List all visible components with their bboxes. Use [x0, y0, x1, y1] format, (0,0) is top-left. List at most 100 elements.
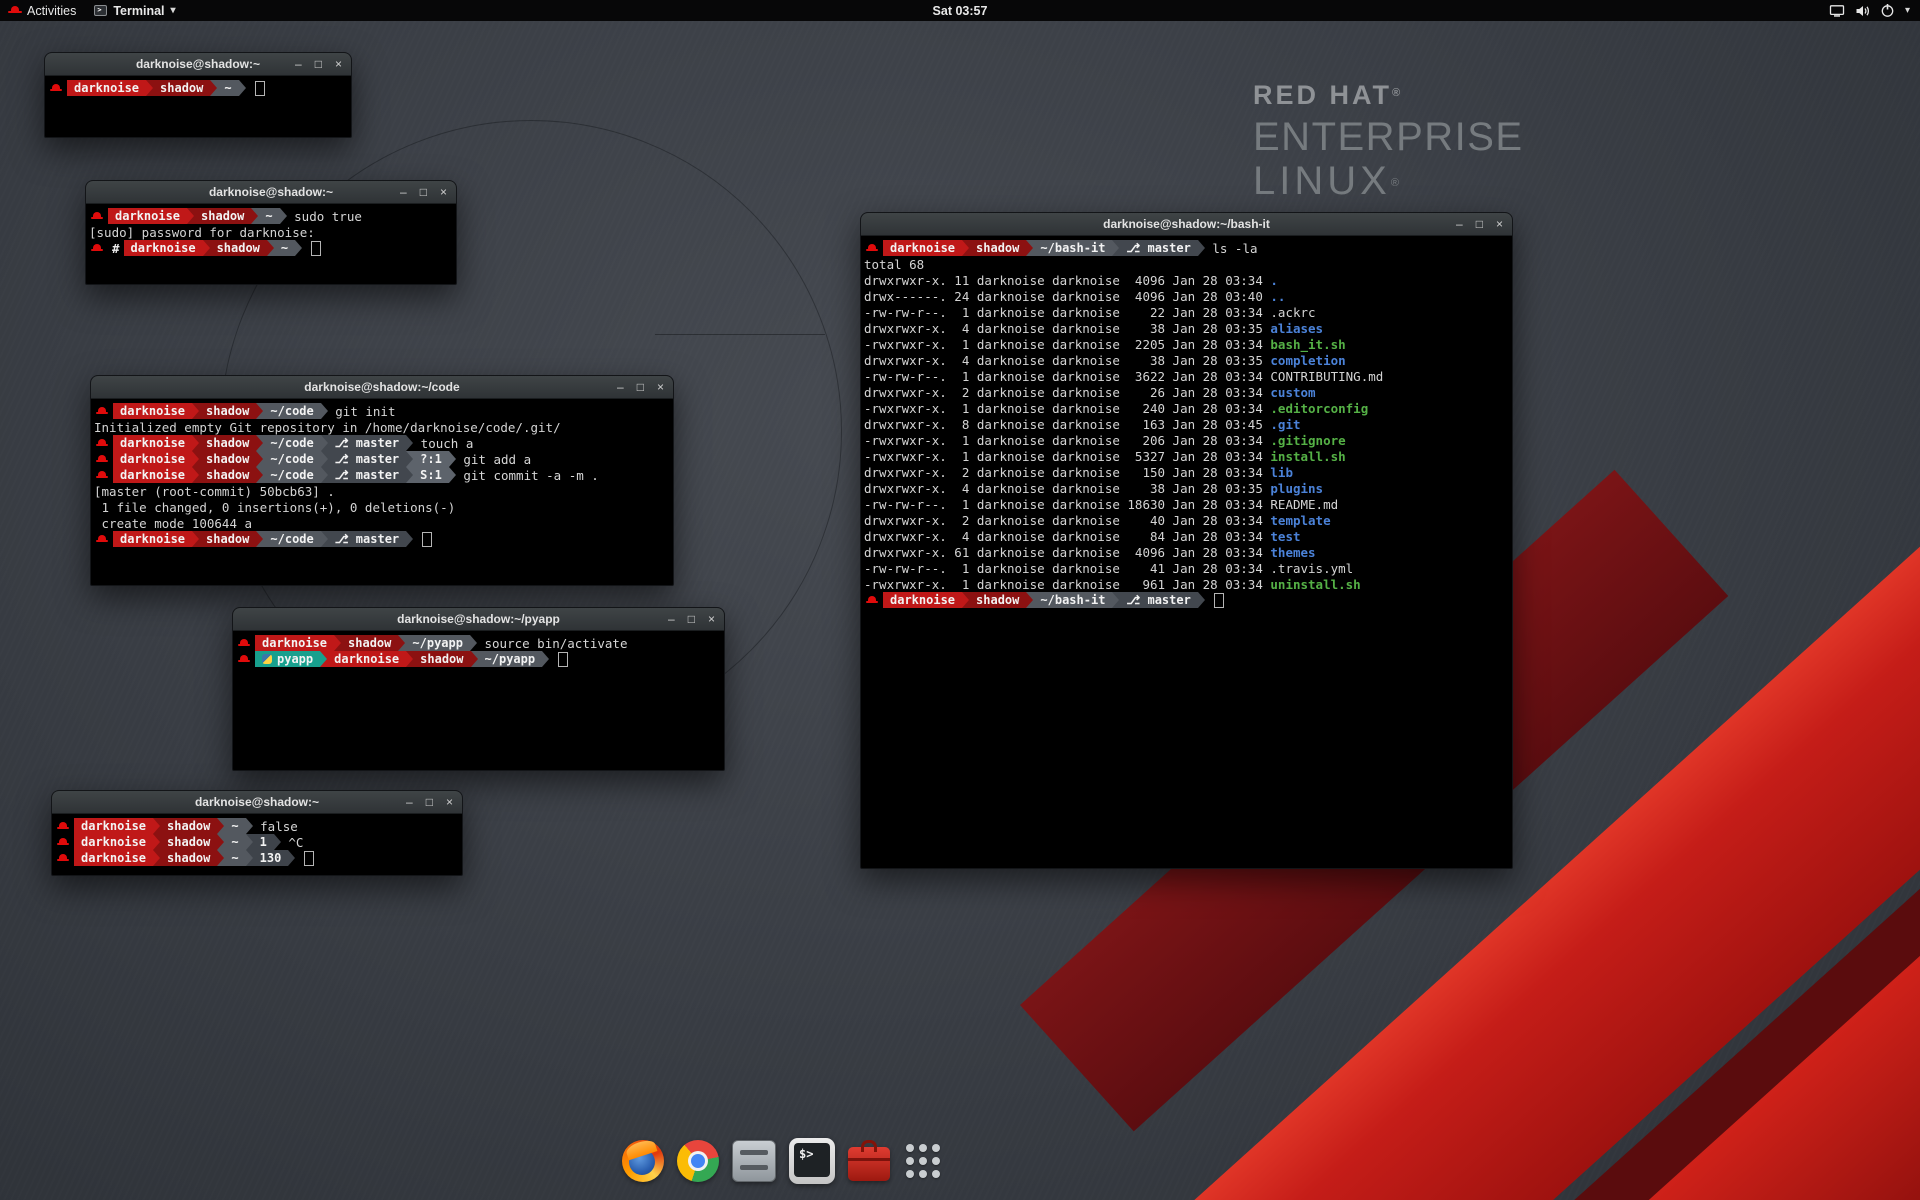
titlebar[interactable]: darknoise@shadow:~ – □ ×: [52, 791, 462, 814]
system-menu[interactable]: ▾: [1829, 3, 1920, 18]
prompt-segment-path: ~: [217, 80, 238, 96]
terminal-line: drwxrwxr-x. 11 darknoise darknoise 4096 …: [864, 272, 1509, 288]
redhat-prompt-icon: [96, 467, 109, 483]
powerline-arrow-icon: [1198, 240, 1205, 256]
display-icon: [1829, 4, 1845, 18]
close-button[interactable]: ×: [335, 58, 342, 70]
terminal-line: drwxrwxr-x. 61 darknoise darknoise 4096 …: [864, 544, 1509, 560]
activities-button[interactable]: Activities: [8, 4, 76, 18]
powerline-arrow-icon: [187, 208, 194, 224]
show-applications-icon[interactable]: [903, 1141, 943, 1181]
prompt-segment-user: darknoise: [108, 208, 187, 224]
terminal-content[interactable]: darknoiseshadow~ sudo true[sudo] passwor…: [86, 204, 456, 284]
powerline-arrow-icon: [217, 834, 224, 850]
prompt-segment-git: ⎇ master: [1119, 240, 1197, 256]
terminal-line: darknoiseshadow~/code git init: [94, 403, 670, 419]
prompt-segment-user: darknoise: [67, 80, 146, 96]
powerline-arrow-icon: [203, 240, 210, 256]
titlebar[interactable]: darknoise@shadow:~/code – □ ×: [91, 376, 673, 399]
maximize-button[interactable]: □: [315, 58, 322, 70]
prompt-segment-git: ⎇ master: [1119, 592, 1197, 608]
redhat-prompt-icon: [91, 240, 104, 256]
redhat-prompt-icon: [96, 531, 109, 547]
terminal-line: [sudo] password for darknoise:: [89, 224, 453, 240]
app-menu-terminal[interactable]: > Terminal ▾: [94, 4, 175, 18]
prompt-segment-exit: 130: [253, 850, 289, 866]
dock: $>: [622, 1138, 943, 1184]
terminal-line: 1 file changed, 0 insertions(+), 0 delet…: [94, 499, 670, 515]
terminal-line: -rw-rw-r--. 1 darknoise darknoise 18630 …: [864, 496, 1509, 512]
prompt-segment-host: shadow: [969, 592, 1026, 608]
terminal-launcher-icon[interactable]: $>: [789, 1138, 835, 1184]
firefox-icon[interactable]: [622, 1140, 664, 1182]
titlebar[interactable]: darknoise@shadow:~/pyapp – □ ×: [233, 608, 724, 631]
powerline-arrow-icon: [334, 635, 341, 651]
minimize-button[interactable]: –: [295, 58, 302, 70]
prompt-segment-user: darknoise: [113, 451, 192, 467]
powerline-arrow-icon: [321, 403, 328, 419]
redhat-prompt-icon: [866, 592, 879, 608]
powerline-arrow-icon: [274, 834, 281, 850]
powerline-arrow-icon: [295, 240, 302, 256]
terminal-window-code: darknoise@shadow:~/code – □ × darknoises…: [90, 375, 674, 586]
prompt-segment-gitst: S:1: [413, 467, 449, 483]
terminal-line: darknoiseshadow~ sudo true: [89, 208, 453, 224]
titlebar[interactable]: darknoise@shadow:~/bash-it – □ ×: [861, 213, 1512, 236]
terminal-content[interactable]: darknoiseshadow~/code git initInitialize…: [91, 399, 673, 585]
software-toolbox-icon[interactable]: [848, 1147, 890, 1181]
powerline-arrow-icon: [267, 240, 274, 256]
prompt-segment-user: darknoise: [113, 403, 192, 419]
close-button[interactable]: ×: [440, 186, 447, 198]
redhat-prompt-icon: [238, 651, 251, 667]
maximize-button[interactable]: □: [420, 186, 427, 198]
terminal-window-bash-it: darknoise@shadow:~/bash-it – □ × darknoi…: [860, 212, 1513, 869]
chrome-icon[interactable]: [677, 1140, 719, 1182]
terminal-content[interactable]: darknoiseshadow~ falsedarknoiseshadow~1 …: [52, 814, 462, 875]
minimize-button[interactable]: –: [1456, 218, 1463, 230]
maximize-button[interactable]: □: [637, 381, 644, 393]
powerline-arrow-icon: [406, 651, 413, 667]
powerline-arrow-icon: [210, 80, 217, 96]
terminal-content[interactable]: darknoiseshadow~: [45, 76, 351, 137]
titlebar[interactable]: darknoise@shadow:~ – □ ×: [86, 181, 456, 204]
prompt-segment-venv: pyapp: [255, 651, 320, 667]
terminal-line: drwxrwxr-x. 4 darknoise darknoise 84 Jan…: [864, 528, 1509, 544]
activities-label: Activities: [27, 4, 76, 18]
prompt-segment-path: ~/bash-it: [1033, 240, 1112, 256]
powerline-arrow-icon: [321, 435, 328, 451]
close-button[interactable]: ×: [1496, 218, 1503, 230]
minimize-button[interactable]: –: [400, 186, 407, 198]
powerline-arrow-icon: [153, 818, 160, 834]
rhel-logo-enterprise: ENTERPRISE: [1253, 117, 1524, 157]
close-button[interactable]: ×: [446, 796, 453, 808]
maximize-button[interactable]: □: [1476, 218, 1483, 230]
prompt-segment-git: ⎇ master: [328, 451, 406, 467]
terminal-line: drwxrwxr-x. 4 darknoise darknoise 38 Jan…: [864, 480, 1509, 496]
powerline-arrow-icon: [398, 635, 405, 651]
powerline-arrow-icon: [406, 451, 413, 467]
powerline-arrow-icon: [153, 850, 160, 866]
clock[interactable]: Sat 03:57: [0, 4, 1920, 18]
maximize-button[interactable]: □: [688, 613, 695, 625]
terminal-line: -rwxrwxr-x. 1 darknoise darknoise 240 Ja…: [864, 400, 1509, 416]
prompt-segment-path: ~: [274, 240, 295, 256]
powerline-arrow-icon: [321, 451, 328, 467]
powerline-arrow-icon: [449, 451, 456, 467]
powerline-arrow-icon: [246, 834, 253, 850]
terminal-content[interactable]: darknoiseshadow~/bash-it⎇ master ls -lat…: [861, 236, 1512, 868]
minimize-button[interactable]: –: [406, 796, 413, 808]
terminal-line: drwxrwxr-x. 2 darknoise darknoise 150 Ja…: [864, 464, 1509, 480]
terminal-line: drwxrwxr-x. 8 darknoise darknoise 163 Ja…: [864, 416, 1509, 432]
close-button[interactable]: ×: [657, 381, 664, 393]
rhel-logo-redhat: RED HAT®: [1253, 82, 1524, 109]
maximize-button[interactable]: □: [426, 796, 433, 808]
redhat-prompt-icon: [57, 834, 70, 850]
close-button[interactable]: ×: [708, 613, 715, 625]
minimize-button[interactable]: –: [617, 381, 624, 393]
powerline-arrow-icon: [406, 435, 413, 451]
minimize-button[interactable]: –: [668, 613, 675, 625]
terminal-content[interactable]: darknoiseshadow~/pyapp source bin/activa…: [233, 631, 724, 770]
terminal-line: darknoiseshadow~ false: [55, 818, 459, 834]
titlebar[interactable]: darknoise@shadow:~ – □ ×: [45, 53, 351, 76]
files-icon[interactable]: [732, 1140, 776, 1182]
